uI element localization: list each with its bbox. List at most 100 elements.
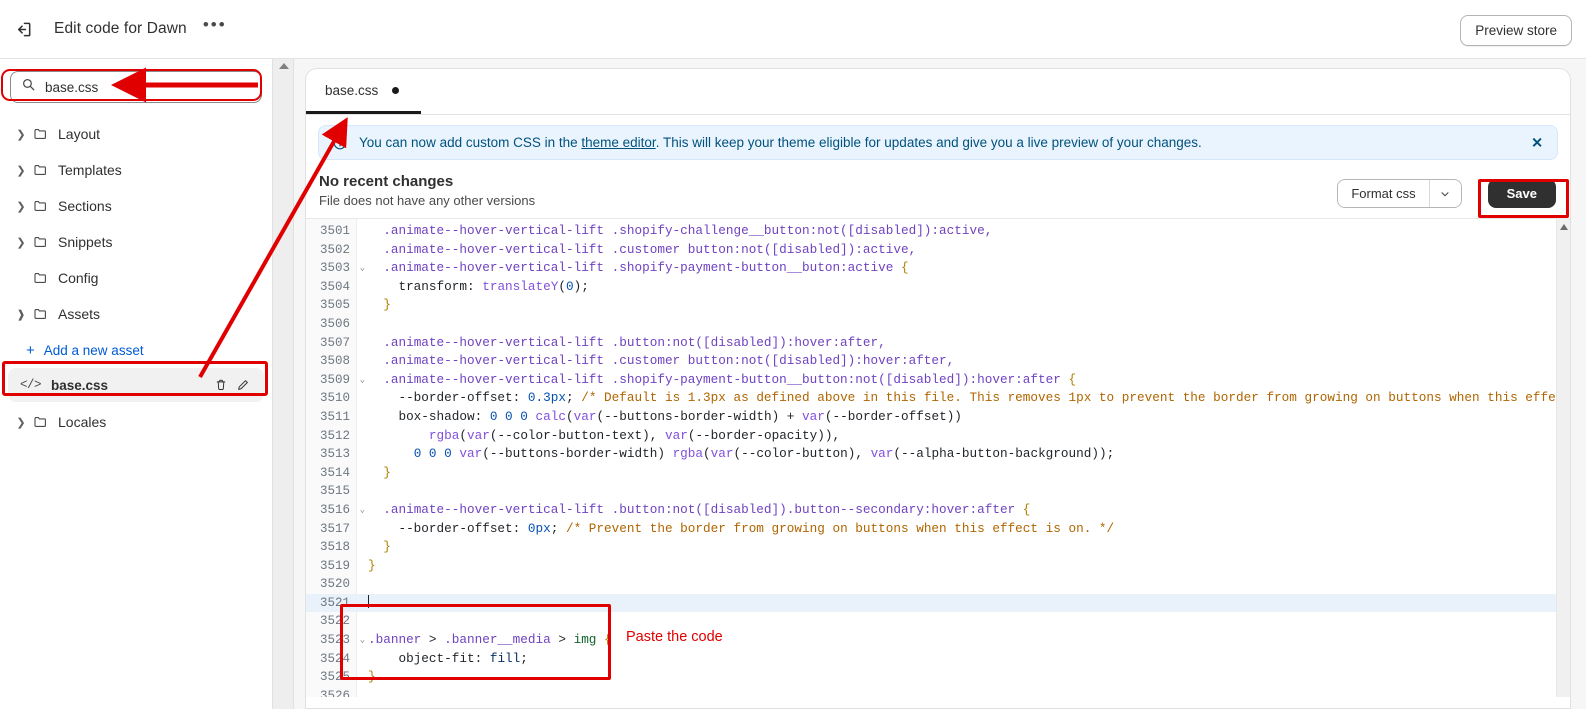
code-line[interactable]: [357, 687, 1570, 697]
line-number: 3502: [319, 242, 350, 257]
code-line[interactable]: .animate--hover-vertical-lift .shopify-p…: [357, 371, 1570, 390]
code-token: (--buttons-border-width): [482, 446, 673, 462]
line-number: 3519: [319, 558, 350, 573]
format-button-group: Format css: [1337, 179, 1462, 208]
code-line[interactable]: --border-offset: 0.3px; /* Default is 1.…: [357, 389, 1570, 408]
scroll-up-arrow-icon[interactable]: [279, 63, 289, 69]
folder-icon: [30, 306, 52, 322]
code-line[interactable]: }: [357, 296, 1570, 315]
exit-icon[interactable]: [10, 16, 36, 42]
tab-base-css[interactable]: base.css: [306, 69, 422, 114]
add-new-asset-button[interactable]: + Add a new asset: [6, 334, 266, 366]
line-number: 3517: [319, 521, 350, 536]
code-line[interactable]: }: [357, 668, 1570, 687]
code-token: fill: [489, 650, 521, 666]
code-line[interactable]: transform: translateY(0);: [357, 278, 1570, 297]
code-token: }: [383, 297, 391, 313]
code-line[interactable]: object-fit: fill;: [357, 650, 1570, 669]
chevron-down-icon[interactable]: [1428, 180, 1461, 207]
file-item-base-css[interactable]: </> base.css: [8, 368, 264, 402]
sidebar-item-locales[interactable]: ❯ Locales: [6, 404, 266, 440]
code-token: (: [459, 427, 468, 443]
line-number: 3526: [319, 688, 350, 697]
close-icon[interactable]: ✕: [1527, 132, 1547, 153]
preview-store-button[interactable]: Preview store: [1460, 15, 1572, 46]
plus-icon: +: [26, 341, 35, 359]
code-line[interactable]: [357, 593, 1570, 613]
folder-icon: [30, 126, 52, 142]
code-line[interactable]: .animate--hover-vertical-lift .shopify-c…: [357, 222, 1570, 241]
code-line[interactable]: [357, 575, 1570, 594]
sidebar-item-templates[interactable]: ❯ Templates: [6, 152, 266, 188]
format-css-button[interactable]: Format css: [1338, 180, 1429, 207]
code-content[interactable]: .animate--hover-vertical-lift .shopify-c…: [357, 219, 1570, 697]
scroll-up-arrow-icon[interactable]: [1560, 224, 1568, 230]
code-token: 0px: [527, 520, 551, 536]
code-line[interactable]: .animate--hover-vertical-lift .customer …: [357, 352, 1570, 371]
code-line[interactable]: [357, 315, 1570, 334]
code-token: .animate--hover-vertical-lift .button:no…: [383, 501, 1023, 517]
chevron-right-icon: ❯: [16, 200, 26, 213]
tab-label: base.css: [325, 82, 379, 98]
code-token: (--buttons-border-width) +: [596, 408, 803, 424]
line-number: 3506: [319, 316, 350, 331]
sidebar-item-config[interactable]: Config: [6, 260, 266, 296]
code-line[interactable]: .animate--hover-vertical-lift .button:no…: [357, 334, 1570, 353]
editor-scrollbar[interactable]: [1556, 219, 1570, 697]
trash-icon[interactable]: [210, 378, 232, 392]
line-number: 3513: [319, 447, 350, 462]
code-line[interactable]: .animate--hover-vertical-lift .customer …: [357, 241, 1570, 260]
code-line[interactable]: 0 0 0 var(--buttons-border-width) rgba(v…: [357, 445, 1570, 464]
code-token: (--border-opacity)),: [687, 427, 841, 443]
theme-editor-link[interactable]: theme editor: [581, 135, 655, 150]
code-token: {: [900, 260, 909, 276]
sidebar-item-snippets[interactable]: ❯ Snippets: [6, 224, 266, 260]
save-button[interactable]: Save: [1487, 179, 1556, 208]
sidebar-scrollbar[interactable]: [272, 59, 294, 709]
add-new-asset-label: Add a new asset: [43, 342, 144, 358]
sidebar-item-assets[interactable]: ❱ Assets: [6, 296, 266, 332]
code-line[interactable]: --border-offset: 0px; /* Prevent the bor…: [357, 520, 1570, 539]
sidebar-item-layout[interactable]: ❯ Layout: [6, 116, 266, 152]
code-token: (--alpha-button-background));: [893, 446, 1115, 462]
code-token: .animate--hover-vertical-lift .button:no…: [383, 334, 886, 350]
code-line[interactable]: rgba(var(--color-button-text), var(--bor…: [357, 427, 1570, 446]
folder-icon: [30, 270, 52, 286]
code-line[interactable]: }: [357, 557, 1570, 576]
info-banner: You can now add custom CSS in the theme …: [318, 125, 1558, 160]
code-token: 0: [565, 278, 574, 294]
code-line[interactable]: box-shadow: 0 0 0 calc(var(--buttons-bor…: [357, 408, 1570, 427]
sidebar-item-label: Snippets: [58, 234, 113, 250]
line-number: 3515: [319, 484, 350, 499]
code-editor[interactable]: 3501 3502 3503 ⌄ 3504 3505 3506 3507 3508 3509 ⌄ 35…: [306, 219, 1570, 697]
search-box[interactable]: [10, 71, 262, 103]
code-token: (--color-button),: [733, 446, 871, 462]
code-token: rgba: [428, 427, 460, 443]
code-line[interactable]: .animate--hover-vertical-lift .button:no…: [357, 501, 1570, 520]
code-token: var: [802, 408, 825, 424]
code-token: var: [573, 408, 597, 424]
code-line[interactable]: .banner > .banner__media > img {: [357, 631, 1570, 650]
sidebar-item-sections[interactable]: ❯ Sections: [6, 188, 266, 224]
line-number: 3516 ⌄: [306, 501, 365, 520]
code-token: .animate--hover-vertical-lift .shopify-c…: [383, 223, 993, 238]
code-line[interactable]: .animate--hover-vertical-lift .shopify-p…: [357, 259, 1570, 278]
more-actions-button[interactable]: •••: [201, 16, 229, 42]
code-token: ;: [565, 390, 582, 406]
banner-text-before: You can now add custom CSS in the: [359, 135, 582, 150]
code-line[interactable]: [357, 482, 1570, 501]
search-input[interactable]: [45, 79, 251, 95]
line-number: 3512: [319, 428, 350, 443]
line-number: 3520: [319, 577, 350, 592]
code-line[interactable]: [357, 612, 1570, 631]
code-line[interactable]: }: [357, 464, 1570, 483]
pencil-icon[interactable]: [232, 378, 254, 392]
code-line[interactable]: }: [357, 538, 1570, 557]
changes-subtitle: File does not have any other versions: [319, 193, 536, 208]
code-token: >: [550, 632, 574, 648]
code-token: }: [383, 539, 391, 555]
